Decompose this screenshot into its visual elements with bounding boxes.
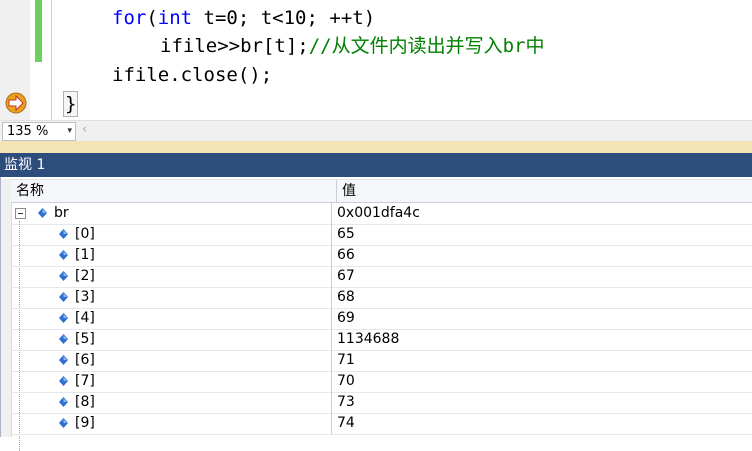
code-line-brace[interactable]: } [63, 91, 79, 117]
element-value[interactable]: 67 [337, 266, 355, 287]
paren: ( [146, 7, 158, 29]
closing-brace: } [63, 91, 79, 117]
collapse-icon[interactable] [15, 208, 26, 219]
zoom-level-value: 135 % [7, 124, 49, 139]
watch-row-root[interactable]: br 0x001dfa4c [11, 203, 752, 225]
name-cell: [5] [11, 329, 332, 350]
watch-row[interactable]: [2] 67 [11, 266, 752, 288]
watch-row[interactable]: [8] 73 [11, 392, 752, 414]
element-name: [1] [75, 247, 95, 263]
variable-diamond-icon [59, 376, 68, 386]
column-header-name[interactable]: 名称 [11, 180, 337, 202]
change-tracking-bar [35, 0, 42, 62]
element-value[interactable]: 1134688 [337, 329, 399, 350]
variable-diamond-icon [38, 208, 47, 218]
watch-row[interactable]: [6] 71 [11, 350, 752, 372]
for-condition: t=0; t<10; ++t) [192, 7, 376, 29]
watch-row[interactable]: [5] 1134688 [11, 329, 752, 351]
watch-row[interactable]: [7] 70 [11, 371, 752, 393]
element-name: [0] [75, 226, 95, 242]
watch-row[interactable]: [0] 65 [11, 224, 752, 246]
element-name: [2] [75, 268, 95, 284]
watch-row[interactable]: [4] 69 [11, 308, 752, 330]
outline-margin [51, 0, 52, 120]
name-cell: [6] [11, 350, 332, 371]
name-cell: [4] [11, 308, 332, 329]
grid-header: 名称 值 [11, 179, 752, 203]
element-value[interactable]: 71 [337, 350, 355, 371]
element-name: [5] [75, 331, 95, 347]
name-cell: br [11, 203, 332, 224]
variable-diamond-icon [59, 355, 68, 365]
variable-value[interactable]: 0x001dfa4c [337, 203, 420, 224]
watch-row[interactable]: [9] 74 [11, 413, 752, 435]
code-comment: //从文件内读出并写入br中 [308, 35, 545, 57]
variable-diamond-icon [59, 229, 68, 239]
variable-diamond-icon [59, 250, 68, 260]
keyword-for: for [112, 7, 147, 29]
column-header-value[interactable]: 值 [337, 180, 752, 202]
code-line-for[interactable]: for(int t=0; t<10; ++t) [112, 6, 375, 30]
variable-diamond-icon [59, 313, 68, 323]
name-cell: [8] [11, 392, 332, 413]
code-line-close[interactable]: ifile.close(); [112, 63, 272, 87]
variable-name: br [54, 205, 69, 221]
element-value[interactable]: 65 [337, 224, 355, 245]
name-cell: [1] [11, 245, 332, 266]
element-value[interactable]: 70 [337, 371, 355, 392]
variable-diamond-icon [59, 418, 68, 428]
execution-arrow-icon [5, 92, 27, 114]
element-name: [8] [75, 394, 95, 410]
variable-diamond-icon [59, 271, 68, 281]
close-statement: ifile.close(); [112, 64, 273, 86]
keyword-int: int [157, 7, 193, 29]
watch-title-text: 监视 1 [4, 157, 46, 173]
name-cell: [9] [11, 413, 332, 434]
change-tracking-bar-empty [35, 62, 42, 120]
element-name: [3] [75, 289, 95, 305]
watch-row[interactable]: [1] 66 [11, 245, 752, 267]
element-value[interactable]: 69 [337, 308, 355, 329]
element-value[interactable]: 68 [337, 287, 355, 308]
read-statement: ifile>>br[t]; [160, 35, 309, 57]
element-name: [9] [75, 415, 95, 431]
watch-window-title[interactable]: 监视 1 [0, 153, 752, 177]
editor-status-bar: 135 % ▾ ‹ [0, 120, 752, 141]
element-name: [4] [75, 310, 95, 326]
element-name: [6] [75, 352, 95, 368]
chevron-down-icon[interactable]: ▾ [67, 123, 72, 140]
code-line-read[interactable]: ifile>>br[t];//从文件内读出并写入br中 [160, 34, 544, 58]
name-cell: [7] [11, 371, 332, 392]
element-value[interactable]: 66 [337, 245, 355, 266]
scroll-left-icon[interactable]: ‹ [82, 122, 87, 137]
name-cell: [3] [11, 287, 332, 308]
code-editor[interactable]: for(int t=0; t<10; ++t) ifile>>br[t];//从… [0, 0, 752, 120]
variable-diamond-icon [59, 397, 68, 407]
name-cell: [2] [11, 266, 332, 287]
name-cell: [0] [11, 224, 332, 245]
element-name: [7] [75, 373, 95, 389]
watch-grid[interactable]: 名称 值 br 0x001dfa4c [0] 65 [1] 66 [2] 67 [3] 68[… [0, 177, 752, 451]
variable-diamond-icon [59, 334, 68, 344]
zoom-level-combobox[interactable]: 135 % ▾ [2, 122, 76, 141]
variable-diamond-icon [59, 292, 68, 302]
watch-row[interactable]: [3] 68 [11, 287, 752, 309]
element-value[interactable]: 74 [337, 413, 355, 434]
element-value[interactable]: 73 [337, 392, 355, 413]
